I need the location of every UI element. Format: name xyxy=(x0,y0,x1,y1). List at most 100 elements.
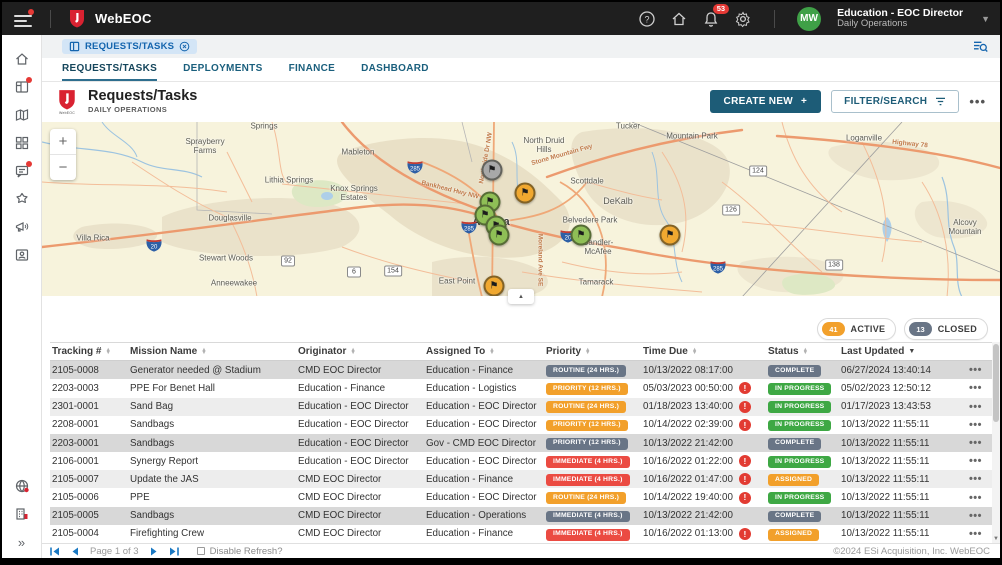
column-header-mission-name[interactable]: Mission Name▲▼ xyxy=(128,346,296,357)
map-request-marker-flag-icon[interactable]: ⚑ xyxy=(515,182,536,203)
cell-tracking-number: 2106-0001 xyxy=(50,456,128,467)
cell-tracking-number: 2203-0001 xyxy=(50,438,128,449)
sort-toggle-icon[interactable]: ▲▼ xyxy=(692,349,697,355)
active-filter-button[interactable]: 41 ACTIVE xyxy=(817,318,896,340)
table-row[interactable]: 2208-0001SandbagsEducation - EOC Directo… xyxy=(50,416,992,434)
close-board-icon[interactable] xyxy=(179,41,190,52)
row-more-options-icon[interactable]: ••• xyxy=(961,455,992,467)
disable-refresh-checkbox[interactable]: Disable Refresh? xyxy=(197,546,283,557)
row-more-options-icon[interactable]: ••• xyxy=(961,401,992,413)
status-badge: IN PROGRESS xyxy=(768,383,831,395)
table-row[interactable]: 2105-0008Generator needed @ StadiumCMD E… xyxy=(50,361,992,379)
cell-last-updated: 10/13/2022 11:55:11 xyxy=(839,438,961,449)
column-header-last-updated[interactable]: Last Updated▼ xyxy=(839,346,961,357)
sort-toggle-icon[interactable]: ▲▼ xyxy=(350,349,355,355)
cell-assigned-to: Education - EOC Director xyxy=(424,401,544,412)
user-menu-chevron-icon[interactable]: ▼ xyxy=(981,14,990,24)
notifications-bell-icon[interactable]: 53 xyxy=(702,10,720,28)
row-more-options-icon[interactable]: ••• xyxy=(961,492,992,504)
state-route-shield-icon: 92 xyxy=(281,255,295,266)
interstate-shield-icon: 285 xyxy=(407,160,424,174)
row-more-options-icon[interactable]: ••• xyxy=(961,473,992,485)
table-row[interactable]: 2203-0001SandbagsEducation - EOC Directo… xyxy=(50,434,992,452)
row-more-options-icon[interactable]: ••• xyxy=(961,437,992,449)
map-request-marker-flag-icon[interactable]: ⚑ xyxy=(484,275,505,296)
last-page-button[interactable] xyxy=(169,547,179,556)
sidebar-expand-icon[interactable]: » xyxy=(2,528,42,556)
table-row[interactable]: 2105-0006PPECMD EOC DirectorEducation - … xyxy=(50,488,992,506)
table-row[interactable]: 2105-0004Firefighting CrewCMD EOC Direct… xyxy=(50,525,992,543)
zoom-out-button[interactable]: − xyxy=(50,155,76,180)
sidebar-maps-icon[interactable] xyxy=(2,101,42,129)
column-header-assigned-to[interactable]: Assigned To▲▼ xyxy=(424,346,544,357)
row-more-options-icon[interactable]: ••• xyxy=(961,510,992,522)
sidebar-messages-icon[interactable] xyxy=(2,157,42,185)
cell-time-due: 10/14/2022 02:39:00 xyxy=(643,419,733,430)
map-request-marker-flag-icon[interactable]: ⚑ xyxy=(571,224,592,245)
row-more-options-icon[interactable]: ••• xyxy=(961,364,992,376)
sidebar-announcements-icon[interactable] xyxy=(2,213,42,241)
user-identity[interactable]: Education - EOC Director Daily Operation… xyxy=(837,7,963,30)
view-tab-dashboard[interactable]: DASHBOARD xyxy=(361,58,429,81)
map-request-marker-flag-icon[interactable]: ⚑ xyxy=(482,159,503,180)
sort-desc-icon[interactable]: ▼ xyxy=(908,348,915,355)
interstate-shield-icon: 285 xyxy=(710,260,727,274)
table-row[interactable]: 2301-0001Sand BagEducation - EOC Directo… xyxy=(50,398,992,416)
overdue-alert-icon: ! xyxy=(739,473,751,485)
create-new-button[interactable]: CREATE NEW+ xyxy=(710,90,822,113)
board-search-icon[interactable] xyxy=(973,40,988,53)
closed-filter-button[interactable]: 13 CLOSED xyxy=(904,318,988,340)
user-avatar[interactable]: MW xyxy=(797,7,821,31)
sort-toggle-icon[interactable]: ▲▼ xyxy=(489,349,494,355)
board-tab-chip[interactable]: REQUESTS/TASKS xyxy=(62,39,197,54)
sidebar-apps-icon[interactable] xyxy=(2,129,42,157)
cell-mission-name: Sandbags xyxy=(128,510,296,521)
cell-originator: CMD EOC Director xyxy=(296,492,424,503)
checkbox-box[interactable] xyxy=(197,547,205,555)
view-tab-finance[interactable]: FINANCE xyxy=(289,58,336,81)
zoom-in-button[interactable]: + xyxy=(50,129,76,154)
scrollbar-thumb[interactable] xyxy=(993,344,999,422)
column-header-originator[interactable]: Originator▲▼ xyxy=(296,346,424,357)
column-header-status[interactable]: Status▲▼ xyxy=(766,346,839,357)
filter-search-button[interactable]: FILTER/SEARCH xyxy=(831,90,959,113)
sidebar-boards-icon[interactable] xyxy=(2,73,42,101)
view-tab-requests-tasks[interactable]: REQUESTS/TASKS xyxy=(62,58,157,81)
table-row[interactable]: 2105-0007Update the JASCMD EOC DirectorE… xyxy=(50,470,992,488)
map-collapse-button[interactable]: ▲ xyxy=(508,289,534,304)
sidebar-home-icon[interactable] xyxy=(2,45,42,73)
next-page-button[interactable] xyxy=(149,547,159,556)
table-scrollbar[interactable]: ▼ xyxy=(992,342,1000,543)
sort-toggle-icon[interactable]: ▲▼ xyxy=(803,349,808,355)
table-row[interactable]: 2203-0003PPE For Benet HallEducation - F… xyxy=(50,379,992,397)
sidebar-plugins-icon[interactable] xyxy=(2,185,42,213)
cell-mission-name: Sand Bag xyxy=(128,401,296,412)
column-header-tracking-[interactable]: Tracking #▲▼ xyxy=(50,346,128,357)
column-header-time-due[interactable]: Time Due▲▼ xyxy=(641,346,766,357)
sidebar-language-globe-icon[interactable] xyxy=(2,472,42,500)
scrollbar-down-arrow[interactable]: ▼ xyxy=(992,536,1000,542)
map-request-marker-flag-icon[interactable]: ⚑ xyxy=(660,224,681,245)
previous-page-button[interactable] xyxy=(70,547,80,556)
control-panel-menu-icon[interactable] xyxy=(14,12,32,26)
view-tab-deployments[interactable]: DEPLOYMENTS xyxy=(183,58,262,81)
cell-tracking-number: 2105-0008 xyxy=(50,365,128,376)
table-row[interactable]: 2106-0001Synergy ReportEducation - EOC D… xyxy=(50,452,992,470)
sort-toggle-icon[interactable]: ▲▼ xyxy=(105,349,110,355)
sort-toggle-icon[interactable]: ▲▼ xyxy=(585,349,590,355)
table-row[interactable]: 2105-0005SandbagsCMD EOC DirectorEducati… xyxy=(50,507,992,525)
row-more-options-icon[interactable]: ••• xyxy=(961,382,992,394)
column-header-priority[interactable]: Priority▲▼ xyxy=(544,346,641,357)
settings-gear-icon[interactable] xyxy=(734,10,752,28)
row-more-options-icon[interactable]: ••• xyxy=(961,419,992,431)
help-icon[interactable]: ? xyxy=(638,10,656,28)
sort-toggle-icon[interactable]: ▲▼ xyxy=(201,349,206,355)
map-request-marker-flag-icon[interactable]: ⚑ xyxy=(489,224,510,245)
sidebar-organization-icon[interactable] xyxy=(2,500,42,528)
sidebar-contacts-icon[interactable] xyxy=(2,241,42,269)
home-icon[interactable] xyxy=(670,10,688,28)
row-more-options-icon[interactable]: ••• xyxy=(961,528,992,540)
open-boards-bar: REQUESTS/TASKS xyxy=(42,35,1000,58)
first-page-button[interactable] xyxy=(50,547,60,556)
requests-map[interactable]: SpringsSprayberry FarmsMabletonLithia Sp… xyxy=(42,122,1000,297)
